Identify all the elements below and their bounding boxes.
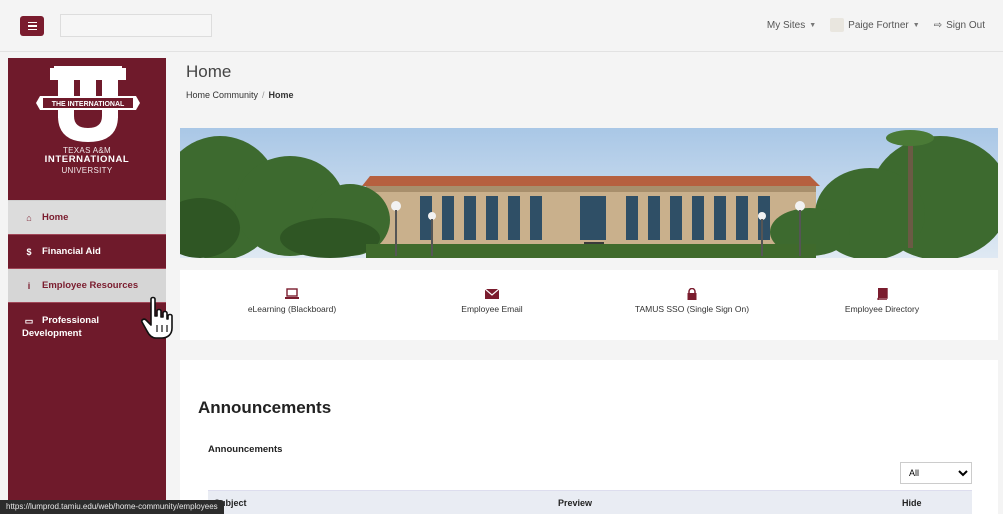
sign-out-icon: ⇨	[933, 19, 943, 31]
search-input[interactable]	[60, 14, 212, 37]
caret-down-icon: ▼	[912, 21, 920, 29]
laptop-icon: ▭	[24, 316, 34, 326]
sidebar: THE INTERNATIONAL TEXAS A&M INTERNATIONA…	[8, 58, 166, 514]
my-sites-dropdown[interactable]: My Sites ▼	[767, 20, 816, 31]
avatar	[830, 18, 845, 32]
user-profile-dropdown[interactable]: Paige Fortner ▼	[830, 18, 920, 32]
breadcrumb: Home Community / Home	[186, 90, 294, 100]
book-icon	[877, 288, 888, 300]
hamburger-icon	[27, 21, 37, 24]
university-logo[interactable]: THE INTERNATIONAL TEXAS A&M INTERNATIONA…	[8, 58, 166, 200]
status-bar-url: https://lumprod.tamiu.edu/web/home-commu…	[0, 500, 224, 514]
quick-link-tamus-sso[interactable]: TAMUS SSO (Single Sign On)	[602, 288, 782, 314]
logo-line-2: INTERNATIONAL	[44, 154, 130, 166]
announcements-panel: Announcements Announcements All Subject …	[180, 360, 998, 514]
lock-icon	[687, 288, 697, 300]
announcements-filter-select[interactable]: All	[900, 462, 972, 484]
top-bar: My Sites ▼ Paige Fortner ▼ ⇨ Sign Out	[0, 0, 1003, 52]
sidebar-item-home[interactable]: ⌂ Home	[8, 200, 166, 234]
column-header-preview[interactable]: Preview	[558, 498, 592, 508]
logo-line-3: UNIVERSITY	[61, 166, 113, 176]
logo-line-1: TEXAS A&M	[62, 146, 112, 155]
page-title: Home	[186, 62, 232, 81]
envelope-icon	[485, 288, 499, 299]
quick-link-employee-email[interactable]: Employee Email	[402, 288, 582, 314]
sidebar-item-financial-aid[interactable]: $ Financial Aid	[8, 234, 166, 268]
laptop-icon	[285, 288, 299, 299]
dollar-icon: $	[26, 246, 32, 257]
menu-toggle-button[interactable]	[20, 16, 44, 36]
quick-link-employee-directory[interactable]: Employee Directory	[792, 288, 972, 314]
column-header-hide[interactable]: Hide	[902, 498, 922, 508]
user-menu: My Sites ▼ Paige Fortner ▼ ⇨ Sign Out	[767, 18, 985, 32]
tamiu-seal-icon: THE INTERNATIONAL	[36, 66, 140, 142]
breadcrumb-item[interactable]: Home Community	[186, 90, 258, 100]
svg-text:THE INTERNATIONAL: THE INTERNATIONAL	[52, 101, 125, 108]
sign-out-link[interactable]: ⇨ Sign Out	[934, 20, 985, 31]
campus-banner-image	[180, 128, 998, 258]
info-icon: i	[27, 280, 31, 291]
announcements-subtitle: Announcements	[208, 444, 283, 455]
announcements-title: Announcements	[198, 398, 332, 417]
caret-down-icon: ▼	[809, 21, 817, 29]
home-icon: ⌂	[26, 212, 32, 223]
hand-pointer-cursor-icon	[141, 296, 173, 339]
announcements-table-header: Subject Preview Hide	[208, 490, 972, 514]
quick-link-elearning[interactable]: eLearning (Blackboard)	[202, 288, 382, 314]
quick-links-panel: eLearning (Blackboard) Employee Email TA…	[180, 270, 998, 340]
breadcrumb-current: Home	[268, 90, 294, 100]
